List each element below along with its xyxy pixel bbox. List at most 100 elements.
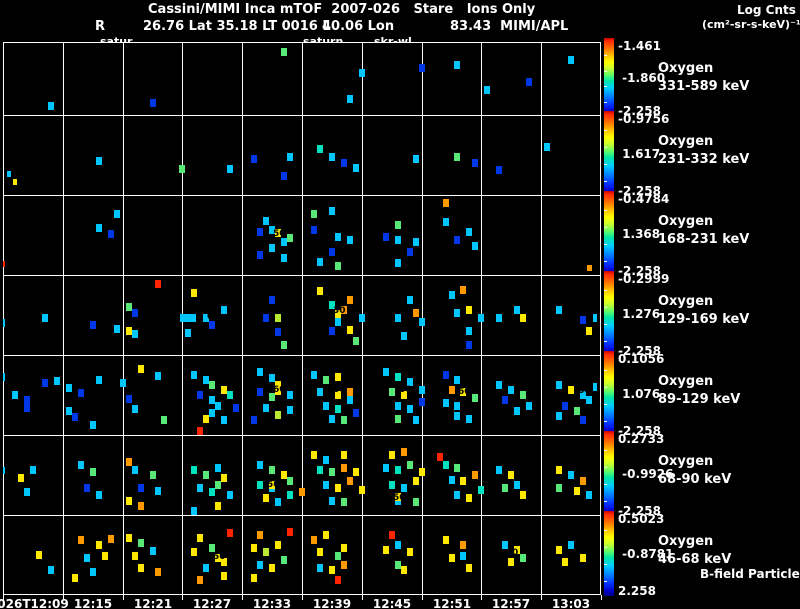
data-cell bbox=[562, 558, 568, 566]
data-cell bbox=[7, 171, 11, 177]
contour-label: 2 bbox=[303, 229, 310, 239]
species-label: Oxygen bbox=[658, 61, 714, 76]
data-cell bbox=[454, 376, 460, 384]
data-cell bbox=[353, 337, 359, 345]
colorbar-tick bbox=[604, 404, 607, 405]
data-cell bbox=[395, 236, 401, 244]
data-cell bbox=[347, 388, 353, 396]
time-tick-label: 12:27 bbox=[192, 597, 232, 609]
data-cell bbox=[257, 561, 263, 569]
species-label: Oxygen bbox=[658, 374, 714, 389]
data-cell bbox=[407, 296, 413, 304]
data-cell bbox=[281, 48, 287, 56]
data-cell bbox=[568, 386, 574, 394]
data-cell bbox=[191, 548, 197, 556]
data-cell bbox=[389, 451, 395, 459]
time-tick-label: 12:57 bbox=[491, 597, 531, 609]
data-cell bbox=[84, 554, 90, 562]
data-cell bbox=[227, 165, 233, 173]
data-cell bbox=[454, 412, 460, 420]
data-cell bbox=[138, 539, 144, 547]
data-cell bbox=[287, 491, 293, 499]
grid-line-horizontal bbox=[3, 515, 601, 516]
data-cell bbox=[191, 507, 197, 515]
data-cell bbox=[317, 548, 323, 556]
data-cell bbox=[389, 388, 395, 396]
data-cell bbox=[96, 224, 102, 232]
data-cell bbox=[395, 259, 401, 267]
data-cell bbox=[454, 491, 460, 499]
data-cell bbox=[42, 379, 48, 387]
data-cell bbox=[443, 199, 449, 207]
grid-line-horizontal bbox=[3, 195, 601, 196]
data-cell bbox=[191, 371, 197, 379]
data-cell bbox=[275, 541, 281, 549]
data-cell bbox=[126, 458, 132, 466]
colorbar-tick bbox=[604, 421, 607, 422]
data-cell bbox=[197, 576, 203, 584]
grid-line-vertical bbox=[302, 42, 303, 595]
data-cell bbox=[353, 409, 359, 417]
colorbar-tick bbox=[604, 547, 607, 548]
colorbar-tick bbox=[604, 210, 607, 211]
data-cell bbox=[502, 484, 508, 492]
data-cell bbox=[126, 395, 132, 403]
data-cell bbox=[161, 416, 167, 424]
colorbar-title-line2: (cm²-sr-s-keV)⁻¹ bbox=[702, 18, 800, 31]
data-cell bbox=[383, 233, 389, 241]
data-cell bbox=[466, 341, 472, 349]
data-cell bbox=[562, 402, 568, 410]
data-cell bbox=[568, 56, 574, 64]
data-cell bbox=[460, 541, 466, 549]
contour-label: 60 bbox=[458, 387, 471, 397]
data-cell bbox=[508, 471, 514, 479]
colorbar-tick bbox=[604, 324, 607, 325]
data-cell bbox=[395, 466, 401, 474]
colorbar-tick bbox=[604, 102, 607, 103]
data-cell bbox=[347, 477, 353, 485]
species-label: Oxygen bbox=[658, 214, 714, 229]
colorbar-max-value: -0.9756 bbox=[618, 112, 670, 126]
data-cell bbox=[251, 155, 257, 163]
data-cell bbox=[395, 415, 401, 423]
data-cell bbox=[335, 318, 341, 326]
grid-line-horizontal bbox=[3, 355, 601, 356]
data-cell bbox=[257, 251, 263, 259]
data-cell bbox=[24, 488, 30, 496]
data-cell bbox=[257, 368, 263, 376]
contour-label: 50 bbox=[273, 229, 286, 239]
data-cell bbox=[449, 291, 455, 299]
data-cell bbox=[138, 502, 144, 510]
data-cell bbox=[574, 487, 580, 495]
time-axis-tick bbox=[422, 595, 423, 600]
data-cell bbox=[419, 318, 425, 326]
data-cell bbox=[496, 314, 502, 322]
data-cell bbox=[478, 314, 484, 322]
data-cell bbox=[132, 552, 138, 560]
data-cell bbox=[209, 488, 215, 496]
data-cell bbox=[329, 207, 335, 215]
bfield-particle-flow-label: B-field Particle Flow bbox=[700, 567, 800, 581]
energy-range-label: 231-332 keV bbox=[658, 152, 750, 167]
data-cell bbox=[395, 314, 401, 322]
colorbar-tick bbox=[604, 227, 607, 228]
data-cell bbox=[78, 536, 84, 544]
data-cell bbox=[449, 476, 455, 484]
data-cell bbox=[466, 327, 472, 335]
data-cell bbox=[269, 466, 275, 474]
data-cell bbox=[407, 248, 413, 256]
data-cell bbox=[341, 561, 347, 569]
data-cell bbox=[383, 546, 389, 554]
data-cell bbox=[132, 309, 138, 317]
data-cell bbox=[587, 265, 592, 271]
grid-line-vertical bbox=[242, 42, 243, 595]
data-cell bbox=[449, 386, 455, 394]
time-axis-tick bbox=[481, 595, 482, 600]
data-cell bbox=[568, 541, 574, 549]
time-axis-tick bbox=[601, 595, 602, 600]
data-cell bbox=[132, 466, 138, 474]
data-cell bbox=[413, 309, 419, 317]
colorbar-tick bbox=[604, 55, 607, 56]
data-cell bbox=[13, 179, 17, 185]
data-cell bbox=[496, 166, 502, 174]
